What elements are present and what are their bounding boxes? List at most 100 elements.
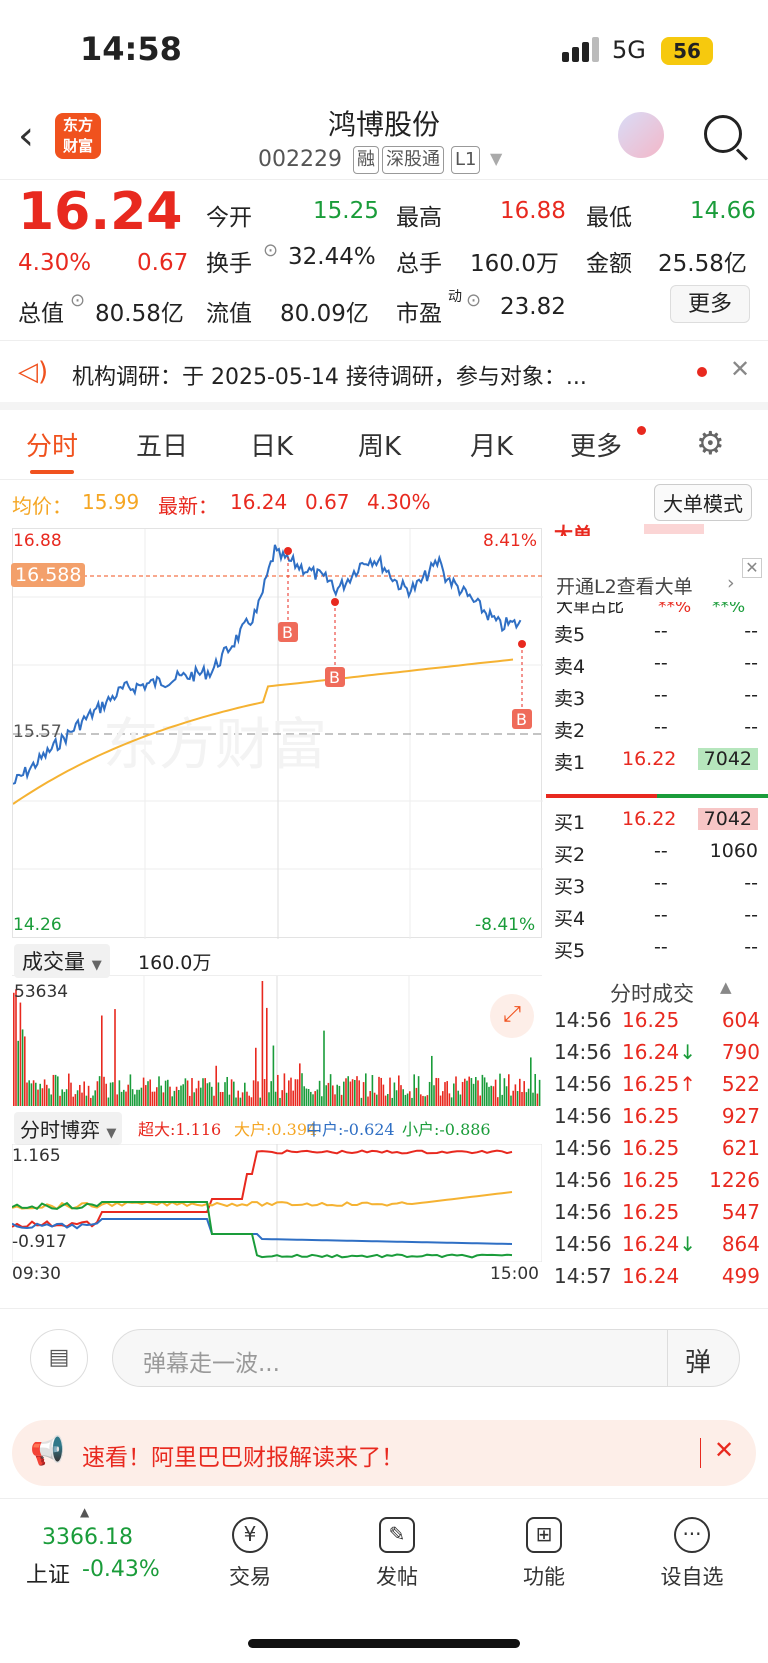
volume-bar bbox=[530, 1057, 532, 1106]
sort-icon[interactable]: ▲ bbox=[720, 978, 732, 996]
volume-chart[interactable]: 53634 ⤢ bbox=[12, 976, 542, 1106]
search-icon[interactable] bbox=[704, 115, 742, 153]
bid-row[interactable]: 买2 -- 1060 bbox=[554, 840, 764, 870]
expand-icon[interactable]: ⤢ bbox=[490, 994, 534, 1038]
volume-bar bbox=[105, 1083, 107, 1106]
nav-functions[interactable]: ⊞ 功能 bbox=[489, 1517, 599, 1591]
volume-bar bbox=[281, 1090, 283, 1106]
ask-row[interactable]: 卖2 -- -- bbox=[554, 716, 764, 746]
volume-bar bbox=[244, 1082, 246, 1106]
volume-indicator-select[interactable]: 成交量 ▼ bbox=[14, 944, 110, 978]
volume-bar bbox=[158, 1076, 160, 1106]
volume-bar bbox=[191, 1078, 193, 1106]
index-value[interactable]: 3366.18 bbox=[42, 1525, 133, 1550]
volume-bar bbox=[519, 1078, 521, 1106]
volume-bar bbox=[411, 1097, 413, 1106]
ask-row[interactable]: 卖4 -- -- bbox=[554, 652, 764, 682]
volume-bar bbox=[211, 1086, 213, 1106]
volume-bar bbox=[329, 1074, 332, 1106]
volume-bar bbox=[285, 1092, 288, 1106]
settings-icon[interactable]: ⚙ bbox=[696, 424, 725, 462]
volume-bar bbox=[431, 1055, 433, 1106]
ask-row[interactable]: 卖3 -- -- bbox=[554, 684, 764, 714]
big-order-ratio-buy: **% bbox=[658, 602, 692, 614]
volume-bar bbox=[488, 1086, 490, 1106]
tab-weekly[interactable]: 周K bbox=[358, 426, 401, 463]
assistant-avatar[interactable] bbox=[618, 112, 664, 158]
tab-more[interactable]: 更多 bbox=[570, 426, 622, 463]
tab-monthly[interactable]: 月K bbox=[470, 426, 513, 463]
nav-add-watchlist[interactable]: ··· 设自选 bbox=[637, 1517, 747, 1591]
bid-row[interactable]: 买4 -- -- bbox=[554, 904, 764, 934]
volume-bar bbox=[226, 1076, 228, 1106]
volume-bar bbox=[30, 1083, 33, 1106]
volume-bar bbox=[435, 1077, 437, 1106]
volume-bar bbox=[79, 1084, 81, 1106]
speaker-icon: ◁) bbox=[18, 357, 49, 387]
volume-bar bbox=[263, 1079, 266, 1106]
turnover-rate: 32.44% bbox=[288, 244, 376, 270]
volume-bar bbox=[224, 1082, 226, 1106]
close-icon[interactable]: ✕ bbox=[742, 558, 762, 578]
bid-row[interactable]: 买1 16.22 7042 bbox=[554, 808, 764, 838]
volume-bar bbox=[189, 1095, 191, 1106]
volume-bar bbox=[439, 1095, 442, 1106]
large-line bbox=[11, 1191, 513, 1211]
volume-bar bbox=[184, 1078, 187, 1106]
volume-bar bbox=[204, 1078, 206, 1106]
stock-header: ‹ 东方 财富 鸿博股份 002229 融 深股通 L1 ▼ bbox=[0, 95, 768, 180]
trade-row: 14:56 16.25 547 bbox=[554, 1200, 760, 1224]
ask-row[interactable]: 卖1 16.22 7042 bbox=[554, 748, 764, 778]
bid-row[interactable]: 买3 -- -- bbox=[554, 872, 764, 902]
volume-bar bbox=[296, 1079, 299, 1106]
volume-bar bbox=[257, 1081, 259, 1106]
ask-row[interactable]: 卖5 -- -- bbox=[554, 620, 764, 650]
big-order-ratio-label: 大单占比 bbox=[556, 602, 624, 614]
tab-intraday[interactable]: 分时 bbox=[26, 426, 78, 463]
capital-flow-select[interactable]: 分时博弈 ▼ bbox=[14, 1112, 123, 1145]
more-button[interactable]: 更多 bbox=[670, 285, 750, 323]
volume-bar bbox=[43, 1079, 46, 1106]
info-icon[interactable]: ⊙ bbox=[263, 240, 278, 261]
volume-bar bbox=[13, 992, 15, 1106]
volume-bar bbox=[468, 1076, 470, 1106]
barrage-input[interactable]: 弹幕走一波... 弹 bbox=[112, 1329, 740, 1387]
super-large: 超大:1.116 bbox=[138, 1120, 222, 1139]
barrage-toggle[interactable]: 弹 bbox=[685, 1342, 711, 1379]
volume-bar bbox=[492, 1086, 495, 1106]
volume-bar bbox=[499, 1073, 501, 1106]
l2-upgrade-link[interactable]: 开通L2查看大单 bbox=[556, 572, 693, 599]
bid-row[interactable]: 买5 -- -- bbox=[554, 936, 764, 966]
volume-bar bbox=[76, 1090, 79, 1106]
volume-bar bbox=[376, 1094, 378, 1106]
tab-daily[interactable]: 日K bbox=[250, 426, 293, 463]
info-icon[interactable]: ⊙ bbox=[70, 290, 85, 311]
close-icon[interactable]: ✕ bbox=[714, 1436, 734, 1464]
intraday-chart[interactable]: 东方财富 B B B 16.88 8.41% 16.588 15.57 14.2… bbox=[11, 528, 543, 939]
nav-trade[interactable]: ¥ 交易 bbox=[195, 1517, 305, 1591]
volume-bar bbox=[387, 1093, 389, 1106]
change-value: 0.67 bbox=[137, 250, 189, 276]
volume-bar bbox=[206, 1083, 209, 1106]
promo-banner[interactable]: 📢 速看！阿里巴巴财报解读来了！ ✕ bbox=[12, 1420, 756, 1486]
change-pct: 4.30% bbox=[18, 250, 92, 276]
volume-bar bbox=[156, 1087, 158, 1106]
capital-flow-chart[interactable]: 1.165 -0.917 09:30 15:00 bbox=[11, 1143, 543, 1284]
tab-five-day[interactable]: 五日 bbox=[136, 426, 188, 463]
volume-bar bbox=[362, 1082, 365, 1106]
volume-bar bbox=[140, 1087, 143, 1106]
order-book-panel: 大单 开通L2查看大单 › ✕ 大单占比 **% **% 卖5 -- -- 卖4 -- -… bbox=[544, 524, 768, 1308]
volume-bar bbox=[169, 1086, 171, 1106]
info-icon[interactable]: ⊙ bbox=[466, 290, 481, 311]
notice-bar[interactable]: ◁) 机构调研：于 2025-05-14 接待调研，参与对象：... ✕ bbox=[0, 340, 768, 410]
chevron-down-icon[interactable]: ▼ bbox=[490, 149, 502, 168]
close-icon[interactable]: ✕ bbox=[730, 355, 750, 383]
volume-bar bbox=[195, 1088, 198, 1106]
volume-bar bbox=[52, 1074, 55, 1106]
comment-list-icon[interactable]: ▤ bbox=[30, 1329, 88, 1387]
volume-bar bbox=[299, 1063, 301, 1106]
volume-bar bbox=[54, 1074, 57, 1106]
big-order-mode-button[interactable]: 大单模式 bbox=[654, 484, 752, 521]
trade-row: 14:56 16.25 621 bbox=[554, 1136, 760, 1160]
nav-post[interactable]: ✎ 发帖 bbox=[342, 1517, 452, 1591]
